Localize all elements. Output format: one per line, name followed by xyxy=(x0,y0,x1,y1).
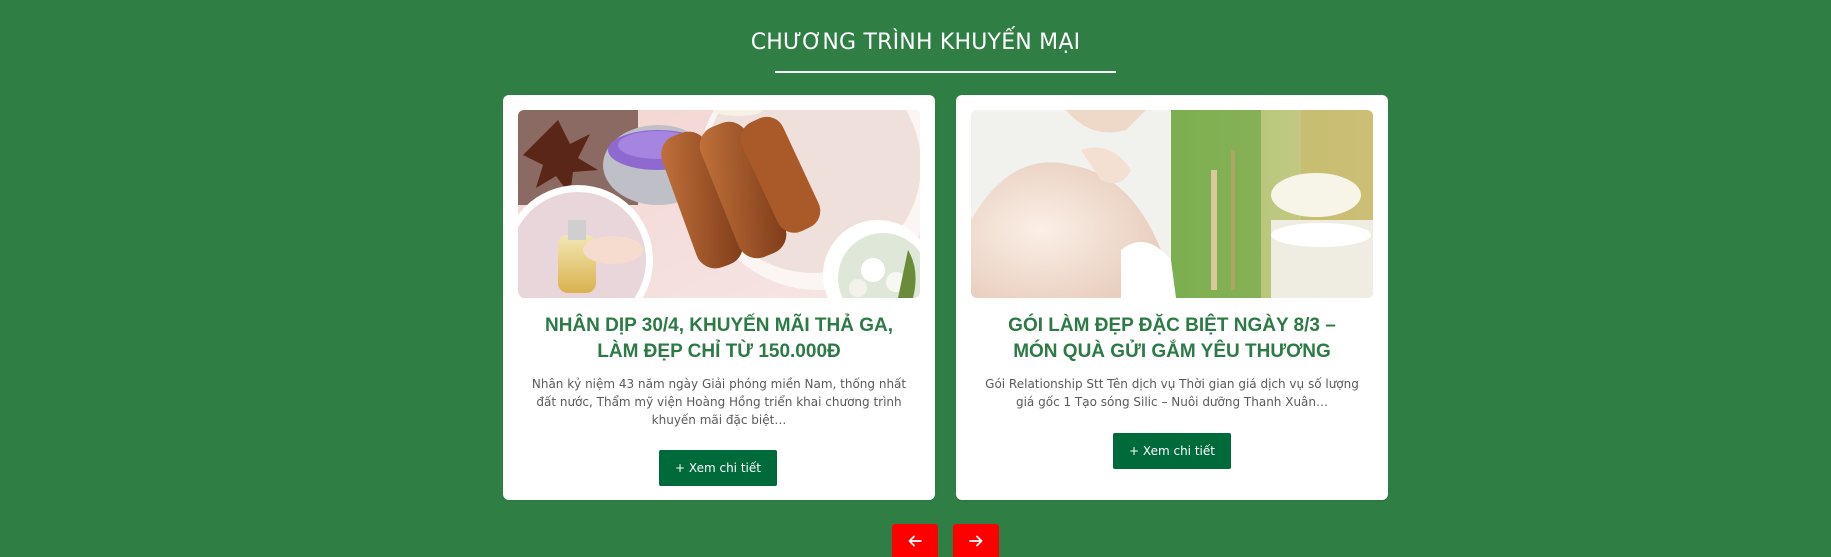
promotion-image-spa-woman[interactable] xyxy=(971,110,1373,298)
promotion-card-description: Gói Relationship Stt Tên dịch vụ Thời gi… xyxy=(985,377,1359,409)
view-detail-button[interactable]: + Xem chi tiết xyxy=(659,450,777,486)
section-title-wrapper: CHƯƠNG TRÌNH KHUYẾN MẠI xyxy=(0,30,1831,73)
promotion-card-title[interactable]: NHÂN DỊP 30/4, KHUYẾN MÃI THẢ GA, LÀM ĐẸ… xyxy=(533,313,905,365)
arrow-left-icon xyxy=(908,535,922,546)
promotion-card: NHÂN DỊP 30/4, KHUYẾN MÃI THẢ GA, LÀM ĐẸ… xyxy=(503,95,935,500)
title-underline xyxy=(775,71,1116,73)
spa-cinnamon-candle-image xyxy=(518,110,920,298)
view-detail-button[interactable]: + Xem chi tiết xyxy=(1113,433,1231,469)
carousel-prev-button[interactable] xyxy=(892,524,938,557)
promotion-card-title[interactable]: GÓI LÀM ĐẸP ĐẶC BIỆT NGÀY 8/3 – MÓN QUÀ … xyxy=(986,313,1358,365)
section-title: CHƯƠNG TRÌNH KHUYẾN MẠI xyxy=(750,30,1081,55)
arrow-right-icon xyxy=(969,535,983,546)
promotion-image-spa-cinnamon[interactable] xyxy=(518,110,920,298)
promotion-card-description: Nhân kỷ niệm 43 năm ngày Giải phóng miền… xyxy=(531,377,907,427)
promotion-card: GÓI LÀM ĐẸP ĐẶC BIỆT NGÀY 8/3 – MÓN QUÀ … xyxy=(956,95,1388,500)
spa-woman-back-image xyxy=(971,110,1373,298)
carousel-next-button[interactable] xyxy=(953,524,999,557)
